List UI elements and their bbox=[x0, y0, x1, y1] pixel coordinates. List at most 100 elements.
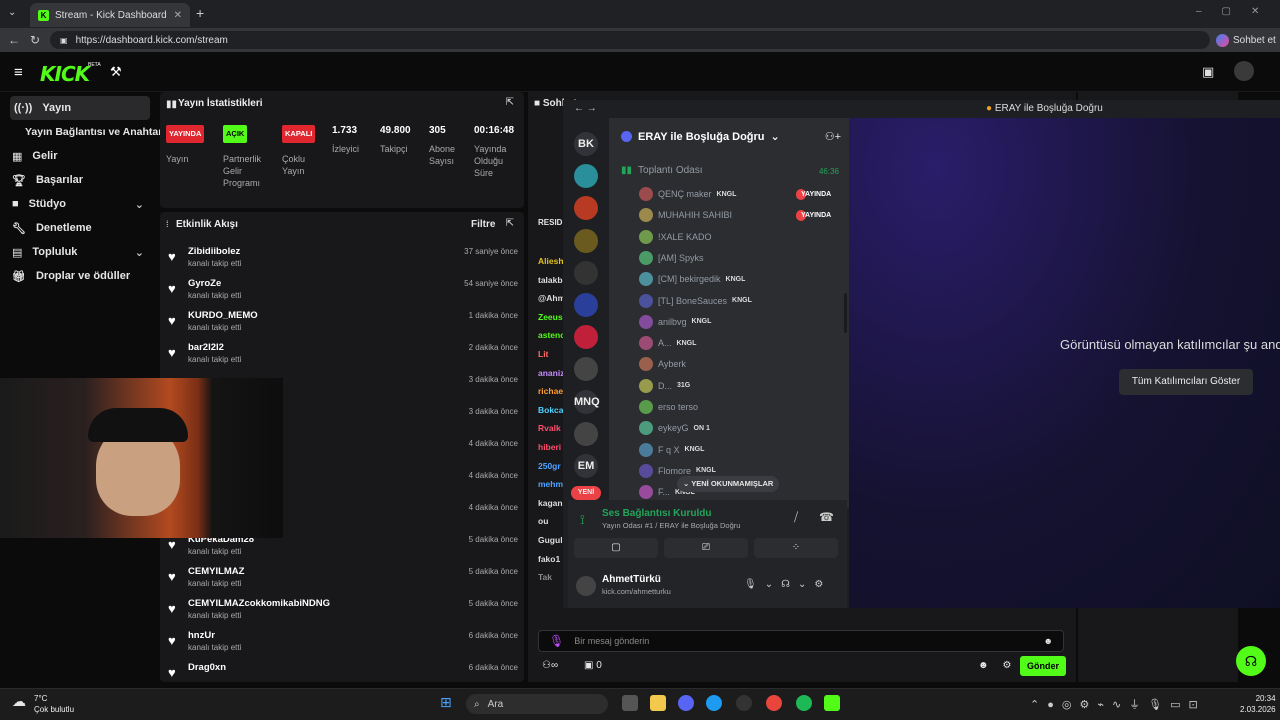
activity-user[interactable]: KURDO_MEMO bbox=[188, 310, 258, 321]
server-icon[interactable]: MNQ bbox=[574, 389, 600, 414]
users-icon[interactable]: ⚇∞ bbox=[542, 660, 558, 671]
new-tab-icon[interactable]: + bbox=[196, 5, 204, 21]
server-header[interactable]: ERAY ile Boşluğa Doğru ⌄ bbox=[621, 130, 780, 143]
chat-username[interactable]: talakb bbox=[538, 275, 563, 285]
server-icon[interactable] bbox=[574, 164, 598, 189]
chat-username[interactable]: fako1 bbox=[538, 554, 560, 564]
invite-icon[interactable]: ⚇+ bbox=[825, 130, 841, 143]
discord-back-icon[interactable]: ← → bbox=[574, 103, 597, 114]
kick-logo[interactable]: KICK bbox=[40, 62, 90, 86]
edge-icon[interactable] bbox=[706, 695, 722, 711]
member-item[interactable]: [TL] BoneSauces KNGL bbox=[639, 292, 752, 310]
server-icon[interactable] bbox=[574, 196, 598, 221]
member-item[interactable]: !XALE KADO bbox=[639, 228, 712, 246]
weather-widget[interactable]: 7°C Çok bulutlu bbox=[34, 693, 74, 715]
member-item[interactable]: anilbvg KNGL bbox=[639, 313, 711, 331]
sidebar-item-droplar[interactable]: 🎁︎ Droplar ve ödüller bbox=[0, 264, 156, 288]
sidebar-item-studyo[interactable]: ■ Stüdyo ⌄ bbox=[0, 192, 156, 216]
mic-deafen-settings-icons[interactable]: 🎙︎⌄☊⌄⚙ bbox=[744, 579, 831, 590]
camera-button[interactable]: ▢ bbox=[574, 538, 658, 558]
url-field[interactable]: ▣ https://dashboard.kick.com/stream bbox=[50, 31, 1210, 49]
chat-username[interactable]: Zeeus bbox=[538, 312, 563, 322]
chat-username[interactable]: ou bbox=[538, 516, 548, 526]
emoji-icon[interactable]: ☻ bbox=[1044, 636, 1053, 646]
member-item[interactable]: F q X KNGL bbox=[639, 441, 704, 459]
chat-settings-icons[interactable]: ☻⚙ bbox=[978, 660, 1026, 671]
member-item[interactable]: [CM] bekirgedik KNGL bbox=[639, 270, 745, 288]
site-info-icon[interactable]: ▣ bbox=[60, 36, 68, 45]
member-item[interactable]: [AM] Spyks bbox=[639, 249, 704, 267]
server-icon[interactable] bbox=[574, 228, 598, 253]
chat-username[interactable]: kagan bbox=[538, 498, 563, 508]
obs-icon[interactable] bbox=[736, 695, 752, 711]
chat-username[interactable]: mehm bbox=[538, 479, 563, 489]
member-item[interactable]: QENÇ maker KNGL YAYINDA bbox=[639, 185, 831, 203]
activity-user[interactable]: bar2l2l2 bbox=[188, 342, 224, 353]
sidebar-item-gelir[interactable]: ▦ Gelir bbox=[0, 144, 156, 168]
file-explorer-icon[interactable] bbox=[650, 695, 666, 711]
start-icon[interactable]: ⊞ bbox=[440, 694, 452, 711]
noise-suppression-icon[interactable]: ⧸ bbox=[794, 510, 798, 525]
member-item[interactable]: A... KNGL bbox=[639, 334, 696, 352]
sidebar-item-denetleme[interactable]: 🔧︎ Denetleme bbox=[0, 216, 156, 240]
filter-button[interactable]: Filtre bbox=[471, 219, 495, 230]
server-icon[interactable]: BK bbox=[574, 132, 598, 156]
avatar[interactable] bbox=[576, 576, 596, 596]
spotify-icon[interactable] bbox=[796, 695, 812, 711]
chat-username[interactable]: Rvalk bbox=[538, 423, 561, 433]
copilot-button[interactable]: Sohbet et bbox=[1216, 32, 1276, 48]
activity-user[interactable]: GyroZe bbox=[188, 278, 221, 289]
chat-username[interactable]: @Ahm bbox=[538, 293, 565, 303]
disconnect-icon[interactable]: ☎ bbox=[819, 510, 834, 524]
chat-username[interactable]: Gugul bbox=[538, 535, 563, 545]
send-button[interactable]: Gönder bbox=[1020, 656, 1066, 676]
member-item[interactable]: erso terso bbox=[639, 398, 698, 416]
activity-user[interactable]: Zibidiibolez bbox=[188, 246, 240, 257]
chat-username[interactable]: Aliesh bbox=[538, 256, 564, 266]
avatar[interactable] bbox=[1234, 61, 1254, 81]
sidebar-item-yayin[interactable]: ((·)) Yayın bbox=[10, 96, 150, 120]
clock[interactable]: 20:34 2.03.2026 bbox=[1240, 693, 1276, 715]
sidebar-item-topluluk[interactable]: ▤ Topluluk ⌄ bbox=[0, 240, 156, 264]
chat-username[interactable]: 250gr bbox=[538, 461, 561, 471]
activity-user[interactable]: CEMYILMAZ bbox=[188, 566, 244, 577]
activity-user[interactable]: Drag0xn bbox=[188, 662, 226, 673]
discord-app-icon[interactable] bbox=[678, 695, 694, 711]
activity-user[interactable]: hnzUr bbox=[188, 630, 215, 641]
system-tray-icons[interactable]: ⌃●◎⚙⌁∿⏚🎙︎▭⊡ bbox=[1030, 696, 1206, 712]
taskbar-search[interactable]: ⌕ Ara bbox=[466, 694, 608, 714]
sidebar-item-basarilar[interactable]: 🏆︎ Başarılar bbox=[0, 168, 156, 192]
help-button[interactable]: ☊ bbox=[1236, 646, 1266, 676]
stream-settings-icon[interactable]: ▣ bbox=[1202, 64, 1214, 80]
member-item[interactable]: D... 31G bbox=[639, 377, 690, 395]
chat-username[interactable]: Bokca bbox=[538, 405, 564, 415]
popout-icon[interactable]: ⇱ bbox=[506, 218, 514, 229]
tab-menu-icon[interactable]: ⌄ bbox=[8, 7, 16, 18]
chat-username[interactable]: ananiz bbox=[538, 368, 564, 378]
window-controls[interactable]: –▢✕ bbox=[1196, 6, 1279, 17]
close-tab-icon[interactable]: ✕ bbox=[174, 10, 182, 21]
show-all-participants-button[interactable]: Tüm Katılımcıları Göster bbox=[1119, 369, 1253, 395]
hammer-icon[interactable]: ⚒ bbox=[110, 64, 122, 80]
task-view-icon[interactable] bbox=[622, 695, 638, 711]
browser-tab[interactable]: K Stream - Kick Dashboard ✕ bbox=[30, 3, 190, 27]
server-icon[interactable] bbox=[574, 260, 598, 285]
server-icon[interactable]: YENİ bbox=[571, 486, 601, 501]
chat-username[interactable]: richae bbox=[538, 386, 563, 396]
screenshare-button[interactable]: ⎚ bbox=[664, 538, 748, 558]
sidebar-item-stream-key[interactable]: Yayın Bağlantısı ve Anahtarı bbox=[0, 120, 165, 144]
server-icon[interactable] bbox=[574, 293, 598, 317]
server-icon[interactable] bbox=[574, 325, 598, 350]
popout-icon[interactable]: ⇱ bbox=[506, 97, 514, 108]
back-icon[interactable]: ← bbox=[8, 33, 20, 47]
chat-username[interactable]: Lit bbox=[538, 349, 548, 359]
kick-app-icon[interactable] bbox=[824, 695, 840, 711]
chat-input[interactable]: 🎙︎ Bir mesaj gönderin ☻ bbox=[538, 630, 1064, 652]
chat-username[interactable]: astenc bbox=[538, 330, 565, 340]
chat-username[interactable]: hiberi bbox=[538, 442, 561, 452]
server-icon[interactable] bbox=[574, 357, 598, 382]
hamburger-menu-icon[interactable]: ≡ bbox=[14, 64, 23, 81]
member-item[interactable]: MUHAHIH SAHIBI YAYINDA bbox=[639, 206, 831, 224]
reload-icon[interactable]: ↻ bbox=[30, 33, 40, 47]
voice-channel[interactable]: ▮▮ Toplantı Odası bbox=[621, 165, 703, 176]
